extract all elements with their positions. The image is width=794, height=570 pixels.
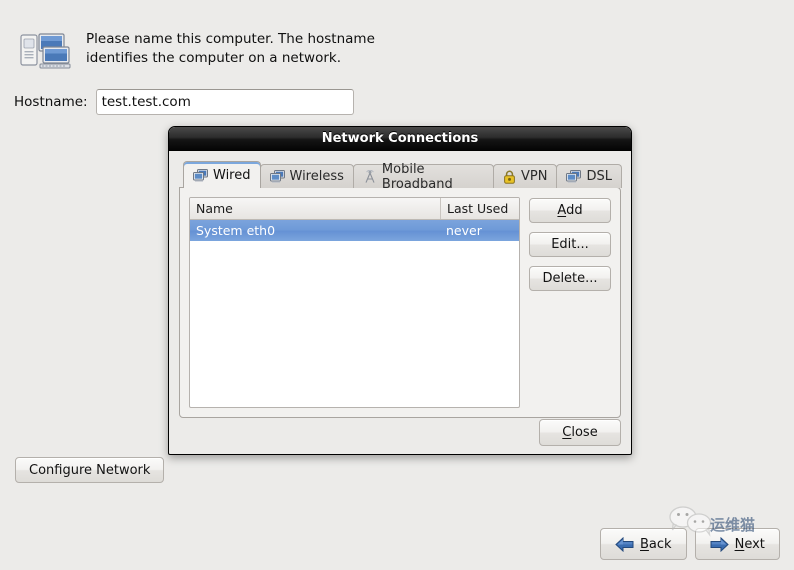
tab-dsl-label: DSL — [586, 169, 612, 184]
column-header-name[interactable]: Name — [190, 198, 440, 219]
column-header-last-used[interactable]: Last Used — [440, 198, 519, 219]
tab-wired[interactable]: Wired — [183, 161, 261, 188]
connections-list[interactable]: Name Last Used System eth0 never — [189, 197, 520, 408]
arrow-right-icon — [710, 536, 729, 552]
dsl-network-icon — [566, 170, 582, 183]
tabstrip: Wired Wireless Mobile Broadband VPN DSL — [183, 161, 622, 192]
configure-network-label: Configure Network — [29, 462, 151, 478]
hostname-input[interactable] — [95, 89, 354, 115]
table-row[interactable]: System eth0 never — [190, 220, 519, 241]
tab-vpn[interactable]: VPN — [493, 164, 558, 188]
row-last-used: never — [446, 223, 482, 238]
tab-dsl[interactable]: DSL — [556, 164, 622, 188]
navigation-buttons: Back Next — [600, 528, 780, 560]
delete-button[interactable]: Delete... — [529, 266, 611, 291]
close-mnemonic: C — [562, 425, 572, 440]
network-connections-dialog: Network Connections Wired Wireless Mobil… — [168, 126, 632, 455]
add-button[interactable]: Add — [529, 198, 611, 223]
hostname-row: Hostname: — [14, 89, 354, 115]
edit-button[interactable]: Edit... — [529, 232, 611, 257]
next-label-rest: ext — [744, 536, 765, 552]
tab-wireless[interactable]: Wireless — [259, 164, 354, 188]
delete-label: Delete... — [542, 271, 598, 286]
dialog-titlebar: Network Connections — [169, 127, 631, 151]
next-mnemonic: N — [734, 536, 745, 552]
antenna-tower-icon — [363, 169, 377, 184]
dialog-title: Network Connections — [321, 131, 479, 146]
computers-network-icon — [18, 26, 72, 74]
instruction-text: Please name this computer. The hostname … — [86, 31, 375, 66]
padlock-icon — [503, 170, 516, 184]
row-name: System eth0 — [196, 223, 276, 238]
back-mnemonic: B — [640, 536, 649, 552]
configure-network-button[interactable]: Configure Network — [15, 457, 165, 483]
next-button[interactable]: Next — [694, 528, 780, 560]
add-label-rest: dd — [566, 203, 583, 218]
close-button[interactable]: Close — [539, 419, 621, 446]
tab-wired-label: Wired — [213, 167, 251, 183]
tab-vpn-label: VPN — [521, 169, 548, 184]
dialog-footer: Close — [179, 419, 621, 446]
back-button[interactable]: Back — [600, 528, 687, 560]
back-label-rest: ack — [648, 536, 672, 552]
list-action-buttons: Add Edit... Delete... — [529, 197, 611, 408]
tab-mobile-broadband-label: Mobile Broadband — [381, 161, 453, 192]
close-label-rest: lose — [571, 425, 598, 440]
edit-label: Edit... — [551, 237, 589, 252]
tab-mobile-broadband[interactable]: Mobile Broadband — [352, 162, 495, 192]
add-mnemonic: A — [557, 203, 567, 218]
wired-network-icon — [193, 168, 208, 182]
wired-tab-panel: Name Last Used System eth0 never Add Edi… — [179, 187, 621, 418]
dialog-body: Wired Wireless Mobile Broadband VPN DSL … — [169, 151, 631, 454]
installer-page: Please name this computer. The hostname … — [0, 0, 794, 570]
hostname-label: Hostname: — [14, 94, 88, 110]
list-header: Name Last Used — [190, 198, 519, 220]
wireless-network-icon — [269, 170, 285, 183]
instruction-block: Please name this computer. The hostname … — [18, 22, 378, 74]
tab-wireless-label: Wireless — [289, 169, 344, 184]
arrow-left-icon — [615, 536, 634, 552]
